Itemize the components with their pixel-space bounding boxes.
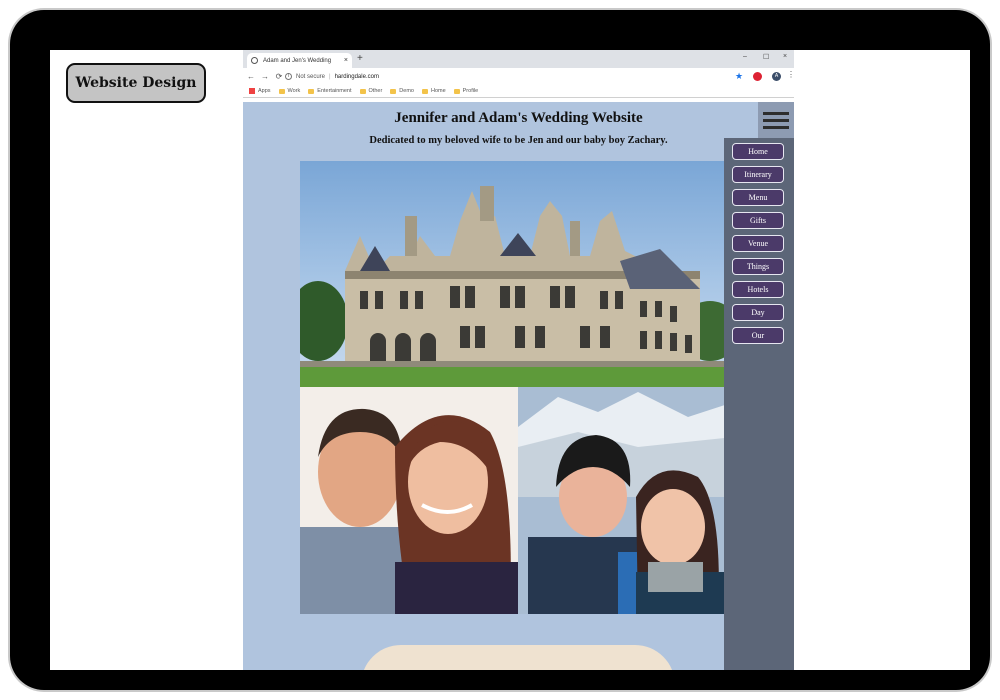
apps-grid-icon [249, 88, 255, 94]
bookmark-other[interactable]: Other [359, 88, 383, 94]
security-label: Not secure [296, 73, 326, 80]
bookmark-apps[interactable]: Apps [249, 88, 271, 94]
url-separator: | [329, 73, 331, 80]
tab-bar: Adam and Jen's Wedding × + – ☐ × [243, 50, 794, 68]
info-icon[interactable]: i [285, 73, 292, 80]
hamburger-bar [763, 125, 789, 129]
section-label: Website Design [66, 63, 206, 103]
close-window-button[interactable]: × [783, 53, 787, 60]
minimize-button[interactable]: – [743, 53, 747, 60]
back-icon[interactable]: ← [245, 72, 257, 81]
nav-day[interactable]: Day [732, 304, 784, 321]
bookmark-label: Work [287, 88, 301, 94]
bookmark-label: Other [368, 88, 383, 94]
bookmark-label: Apps [258, 88, 271, 94]
bookmark-profile[interactable]: Profile [453, 88, 479, 94]
bookmark-label: Demo [399, 88, 414, 94]
browser-tab[interactable]: Adam and Jen's Wedding × [247, 53, 352, 68]
bookmark-label: Profile [462, 88, 479, 94]
hamburger-bar [763, 118, 789, 122]
bookmark-demo[interactable]: Demo [390, 88, 414, 94]
forward-icon[interactable]: → [259, 72, 271, 81]
bookmark-home[interactable]: Home [421, 88, 446, 94]
tablet-screen: Website Design Adam and Jen's Wedding × … [50, 50, 970, 670]
url-field[interactable]: i Not secure | hardingdale.com [285, 70, 725, 83]
maximize-button[interactable]: ☐ [763, 53, 769, 61]
nav-things[interactable]: Things [732, 258, 784, 275]
hamburger-menu-icon[interactable] [758, 102, 794, 138]
nav-home[interactable]: Home [732, 143, 784, 160]
nav-itinerary[interactable]: Itinerary [732, 166, 784, 183]
castle-illustration [300, 186, 734, 387]
venue-photo [300, 161, 734, 387]
bookmark-label: Home [430, 88, 446, 94]
page-title: Jennifer and Adam's Wedding Website [394, 110, 643, 126]
nav-menu[interactable]: Menu [732, 189, 784, 206]
new-tab-button[interactable]: + [357, 53, 363, 64]
browser-window: Adam and Jen's Wedding × + – ☐ × ← → ⟳ i… [243, 50, 794, 670]
address-bar: ← → ⟳ i Not secure | hardingdale.com ★ A… [243, 68, 794, 85]
folder-icon [308, 88, 315, 94]
reload-icon[interactable]: ⟳ [273, 72, 285, 81]
nav-our[interactable]: Our [732, 327, 784, 344]
browser-menu-icon[interactable]: ⋮ [787, 70, 794, 79]
folder-icon [390, 88, 397, 94]
extension-icon[interactable] [753, 72, 762, 81]
tab-close-icon[interactable]: × [344, 57, 348, 64]
nav-gifts[interactable]: Gifts [732, 212, 784, 229]
couple-photo-2 [518, 387, 734, 614]
url-text: hardingdale.com [334, 73, 379, 80]
page-subtitle: Dedicated to my beloved wife to be Jen a… [369, 135, 668, 146]
bookmarks-bar: Apps Work Entertainment Other Demo Home … [243, 85, 794, 98]
couple-snow-illustration [518, 387, 734, 614]
website-page: Jennifer and Adam's Wedding Website Dedi… [243, 102, 794, 670]
couple-selfie-illustration [300, 387, 518, 614]
account-avatar[interactable]: A [772, 72, 781, 81]
folder-icon [278, 88, 285, 94]
content-card [361, 645, 675, 670]
bookmark-work[interactable]: Work [278, 88, 301, 94]
nav-venue[interactable]: Venue [732, 235, 784, 252]
folder-icon [359, 88, 366, 94]
folder-icon [453, 88, 460, 94]
tablet-bezel: Website Design Adam and Jen's Wedding × … [10, 10, 990, 690]
hamburger-bar [763, 111, 789, 115]
bookmark-label: Entertainment [317, 88, 352, 94]
tab-title: Adam and Jen's Wedding [263, 57, 332, 64]
globe-icon [251, 57, 258, 64]
bookmark-entertainment[interactable]: Entertainment [308, 88, 352, 94]
folder-icon [421, 88, 428, 94]
couple-photo-1 [300, 387, 518, 614]
nav-hotels[interactable]: Hotels [732, 281, 784, 298]
bookmark-star-icon[interactable]: ★ [735, 71, 743, 82]
side-navigation: Home Itinerary Menu Gifts Venue Things H… [724, 138, 794, 670]
